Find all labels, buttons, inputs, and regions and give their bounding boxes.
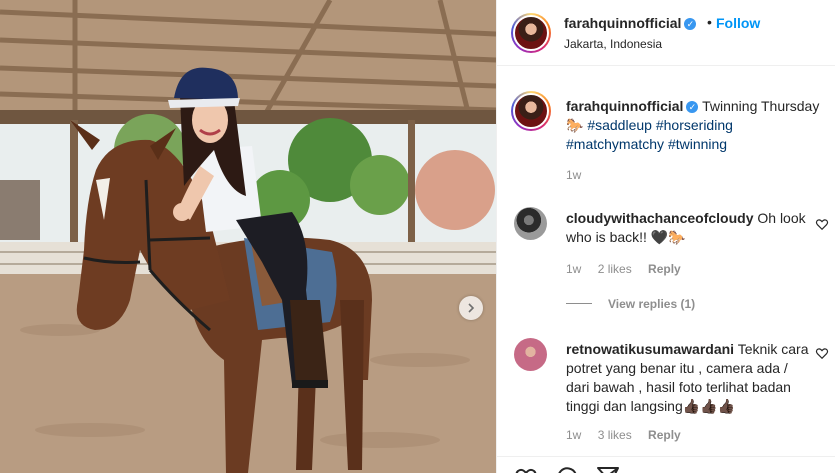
commenter-avatar[interactable] — [514, 338, 547, 371]
hashtag-matchymatchy[interactable]: #matchymatchy — [566, 136, 664, 152]
comment-time: 1w — [566, 428, 582, 442]
caption-body: Twinning Thursday — [702, 98, 820, 114]
caption-avatar[interactable] — [511, 91, 551, 131]
comment-meta: 1w 3 likes Reply — [566, 428, 694, 442]
heart-icon[interactable] — [514, 465, 538, 473]
verified-badge-icon: ✓ — [684, 18, 697, 30]
horse-emoji: 🐎 — [566, 117, 584, 133]
view-replies-button[interactable]: View replies (1) — [566, 297, 695, 311]
author-username[interactable]: farahquinnofficial ✓ — [564, 15, 697, 31]
reply-button[interactable]: Reply — [648, 428, 681, 442]
author-username-text[interactable]: farahquinnofficial — [564, 15, 681, 31]
view-replies-label[interactable]: View replies (1) — [608, 297, 695, 311]
comment-time: 1w — [566, 262, 582, 276]
commenter-avatar[interactable] — [514, 207, 547, 240]
follow-button[interactable]: Follow — [716, 15, 760, 31]
comment-icon[interactable] — [555, 465, 579, 473]
comment-text: cloudywithachanceofcloudy Oh look who is… — [566, 209, 811, 247]
post-photo[interactable] — [0, 0, 496, 473]
separator-dot: • — [707, 14, 712, 30]
replies-divider — [566, 303, 592, 304]
comment-text: retnowatikusumawardani Teknik cara potre… — [566, 340, 811, 416]
commenter-username[interactable]: cloudywithachanceofcloudy — [566, 210, 753, 226]
verified-badge-icon: ✓ — [686, 101, 699, 113]
caption-username[interactable]: farahquinnofficial — [566, 98, 683, 114]
comment-likes[interactable]: 2 likes — [598, 262, 632, 276]
post-side-panel: farahquinnofficial ✓ • Follow Jakarta, In… — [496, 0, 835, 473]
heart-icon[interactable] — [815, 346, 829, 360]
comment-meta: 1w 2 likes Reply — [566, 262, 694, 276]
post-header: farahquinnofficial ✓ • Follow Jakarta, In… — [497, 0, 835, 66]
hashtag-horseriding[interactable]: #horseriding — [656, 117, 733, 133]
caption-time: 1w — [566, 168, 582, 182]
commenter-username[interactable]: retnowatikusumawardani — [566, 341, 734, 357]
caption-text: farahquinnofficial ✓ Twinning Thursday 🐎 … — [566, 97, 828, 154]
heart-icon[interactable] — [815, 217, 829, 231]
author-avatar[interactable] — [511, 13, 551, 53]
post-action-bar — [497, 456, 835, 473]
carousel-next-button[interactable] — [459, 296, 483, 320]
reply-button[interactable]: Reply — [648, 262, 681, 276]
chevron-right-icon — [468, 303, 475, 313]
hashtag-saddleup[interactable]: #saddleup — [587, 117, 652, 133]
share-icon[interactable] — [596, 465, 620, 473]
post-location[interactable]: Jakarta, Indonesia — [564, 37, 662, 51]
hashtag-twinning[interactable]: #twinning — [668, 136, 727, 152]
comment-likes[interactable]: 3 likes — [598, 428, 632, 442]
photo-woman-on-horse — [0, 0, 496, 473]
